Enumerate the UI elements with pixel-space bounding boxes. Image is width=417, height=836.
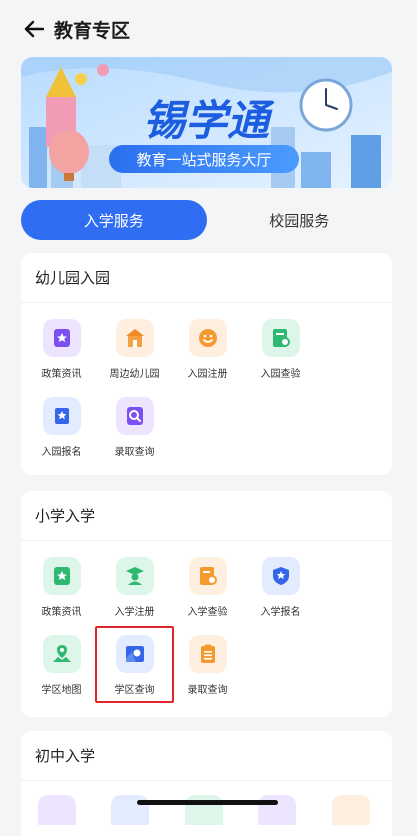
header: 教育专区 <box>0 0 417 58</box>
home-indicator[interactable] <box>137 800 278 805</box>
graduate-icon <box>115 557 154 595</box>
tab-admission-services[interactable]: 入学服务 <box>21 200 207 240</box>
ps-policy-news[interactable]: 政策资讯 <box>25 553 98 631</box>
document-search-icon <box>188 557 227 595</box>
kg-verification[interactable]: 入园查验 <box>244 315 317 393</box>
map-pin-icon <box>42 635 81 673</box>
search-icon <box>115 397 154 435</box>
section-primary-school: 小学入学 政策资讯 入学注册 入学查验 入学报名 学区地图 学区查询 录取查询 <box>21 491 392 717</box>
tab-campus-services[interactable]: 校园服务 <box>207 200 393 240</box>
ps-enrollment[interactable]: 入学报名 <box>244 553 317 631</box>
star-flag-icon <box>42 397 81 435</box>
smile-icon <box>188 319 227 357</box>
shield-star-icon <box>261 557 300 595</box>
document-check-icon <box>261 319 300 357</box>
banner-tagline: 教育一站式服务大厅 <box>136 151 271 169</box>
kg-enrollment[interactable]: 入园报名 <box>25 393 98 471</box>
section-title: 初中入学 <box>21 731 392 781</box>
kg-nearby-kindergartens[interactable]: 周边幼儿园 <box>98 315 171 393</box>
ps-district-map[interactable]: 学区地图 <box>25 631 98 709</box>
kindergarten-icon[interactable] <box>332 795 370 825</box>
ps-admission-query[interactable]: 录取查询 <box>171 631 244 709</box>
banner-brand: 锡学通 <box>143 96 275 145</box>
service-grid: 政策资讯 周边幼儿园 入园注册 入园查验 入园报名 录取查询 <box>21 303 392 471</box>
service-tabs: 入学服务 校园服务 <box>21 200 392 240</box>
kg-policy-news[interactable]: 政策资讯 <box>25 315 98 393</box>
section-title: 小学入学 <box>21 491 392 541</box>
section-kindergarten: 幼儿园入园 政策资讯 周边幼儿园 入园注册 入园查验 入园报名 录取查询 <box>21 253 392 475</box>
page-title: 教育专区 <box>54 19 131 42</box>
location-search-icon <box>115 635 154 673</box>
policy-icon <box>42 319 81 357</box>
section-title: 幼儿园入园 <box>21 253 392 303</box>
clipboard-icon <box>188 635 227 673</box>
banner[interactable]: 锡学通 教育一站式服务大厅 <box>21 57 392 188</box>
policy-icon[interactable] <box>38 795 76 825</box>
policy-icon <box>42 557 81 595</box>
ps-registration[interactable]: 入学注册 <box>98 553 171 631</box>
kindergarten-icon <box>115 319 154 357</box>
kg-registration[interactable]: 入园注册 <box>171 315 244 393</box>
service-grid <box>21 781 392 836</box>
back-arrow-icon[interactable] <box>22 17 46 41</box>
kg-admission-query[interactable]: 录取查询 <box>98 393 171 471</box>
ps-verification[interactable]: 入学查验 <box>171 553 244 631</box>
service-grid: 政策资讯 入学注册 入学查验 入学报名 学区地图 学区查询 录取查询 <box>21 541 392 709</box>
ps-district-query[interactable]: 学区查询 <box>98 631 171 709</box>
section-middle-school: 初中入学 <box>21 731 392 836</box>
